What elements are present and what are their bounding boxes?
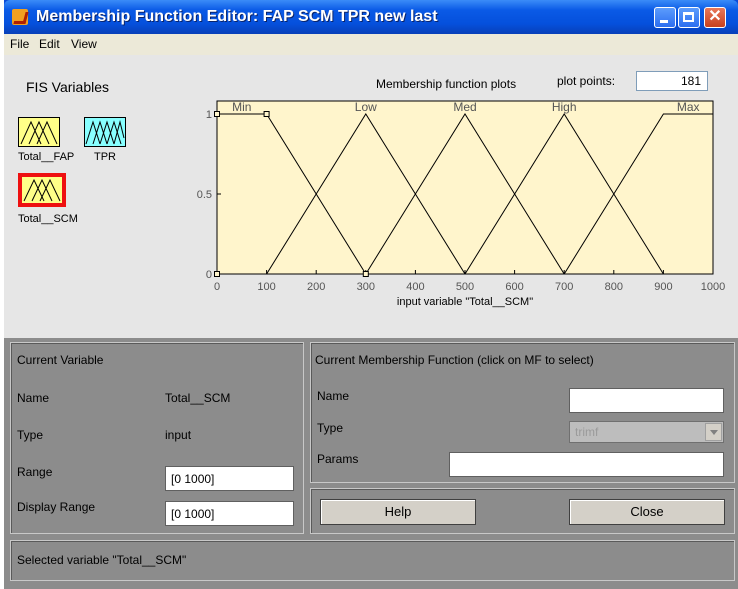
display-range-label: Display Range xyxy=(17,500,96,514)
mf-name-input[interactable] xyxy=(569,388,724,413)
mf-vertex-marker xyxy=(362,271,369,277)
x-tick-label: 100 xyxy=(257,281,275,293)
display-range-input[interactable] xyxy=(165,501,294,526)
control-area: Current Variable Name Total__SCM Type in… xyxy=(4,338,738,589)
mf-params-label: Params xyxy=(317,452,359,466)
current-variable-header: Current Variable xyxy=(17,353,104,367)
button-panel: Help Close xyxy=(310,488,735,534)
variable-box-total-scm[interactable] xyxy=(18,173,66,207)
plot-points-label: plot points: xyxy=(557,74,616,88)
mf-vertex-marker xyxy=(214,111,220,117)
menu-bar: File Edit View xyxy=(4,34,738,55)
main-window: Membership Function Editor: FAP SCM TPR … xyxy=(4,0,738,589)
mf-params-input[interactable] xyxy=(449,452,724,477)
menu-file[interactable]: File xyxy=(10,37,29,51)
variable-box-tpr[interactable] xyxy=(84,117,126,147)
variable-name-label: Name xyxy=(17,391,50,405)
plot-points-input[interactable] xyxy=(636,71,708,91)
mf-type-select[interactable]: trimf xyxy=(569,421,724,443)
title-bar: Membership Function Editor: FAP SCM TPR … xyxy=(4,0,738,34)
x-tick-label: 800 xyxy=(605,281,623,293)
minimize-button[interactable] xyxy=(654,7,676,28)
plot-background xyxy=(216,100,714,275)
variable-name-value: Total__SCM xyxy=(165,391,231,405)
y-tick-label: 1 xyxy=(206,109,212,121)
x-tick-label: 0 xyxy=(214,281,220,293)
mf-type-label: Type xyxy=(317,421,344,435)
mf-type-value: trimf xyxy=(575,425,599,439)
current-mf-header: Current Membership Function (click on MF… xyxy=(315,353,594,367)
help-button[interactable]: Help xyxy=(320,499,476,525)
variable-type-value: input xyxy=(165,428,192,442)
x-tick-label: 900 xyxy=(654,281,672,293)
mf-label-max: Max xyxy=(677,100,700,114)
current-mf-panel: Current Membership Function (click on MF… xyxy=(310,342,735,483)
minimize-icon xyxy=(660,20,668,23)
mf-label-med: Med xyxy=(453,100,476,114)
mf-label-high: High xyxy=(552,100,577,114)
menu-view[interactable]: View xyxy=(71,37,97,51)
variable-type-label: Type xyxy=(17,428,44,442)
mf-preview-icon xyxy=(20,120,58,145)
x-tick-label: 600 xyxy=(505,281,523,293)
chevron-down-icon xyxy=(705,423,722,441)
matlab-icon xyxy=(12,9,28,25)
mf-vertex-marker xyxy=(214,271,220,277)
y-tick-label: 0 xyxy=(206,269,212,281)
mf-label-low: Low xyxy=(355,100,377,114)
maximize-button[interactable] xyxy=(678,7,700,28)
x-tick-label: 1000 xyxy=(701,281,725,293)
variable-label-tpr: TPR xyxy=(94,151,116,163)
mf-label-min: Min xyxy=(232,100,251,114)
window-title: Membership Function Editor: FAP SCM TPR … xyxy=(36,8,438,25)
close-window-button[interactable]: ✕ xyxy=(704,7,726,28)
status-text: Selected variable "Total__SCM" xyxy=(17,553,187,567)
variable-label-total-scm: Total__SCM xyxy=(18,213,78,225)
variable-box-total-fap[interactable] xyxy=(18,117,60,147)
range-input[interactable] xyxy=(165,466,294,491)
plot-title: Membership function plots xyxy=(376,77,517,91)
range-label: Range xyxy=(17,465,53,479)
x-tick-label: 700 xyxy=(555,281,573,293)
close-icon: ✕ xyxy=(708,8,722,25)
close-button[interactable]: Close xyxy=(569,499,725,525)
variable-label-total-fap: Total__FAP xyxy=(18,151,75,163)
membership-function-chart: 0 100 200 300 400 500 600 700 800 900 1000 0 0.5 1 inp… xyxy=(197,100,726,308)
mf-preview-icon xyxy=(85,120,125,145)
mf-preview-icon xyxy=(23,178,61,202)
fis-variables-label: FIS Variables xyxy=(26,79,109,95)
x-tick-label: 200 xyxy=(307,281,325,293)
x-tick-label: 500 xyxy=(456,281,474,293)
maximize-icon xyxy=(683,12,694,22)
menu-edit[interactable]: Edit xyxy=(39,37,60,51)
y-tick-label: 0.5 xyxy=(197,189,212,201)
status-bar: Selected variable "Total__SCM" xyxy=(10,540,735,581)
x-tick-label: 400 xyxy=(406,281,424,293)
current-variable-panel: Current Variable Name Total__SCM Type in… xyxy=(10,342,304,534)
x-tick-label: 300 xyxy=(357,281,375,293)
mf-name-label: Name xyxy=(317,389,350,403)
plot-area: FIS Variables Total__FAP TPR Total__SCM … xyxy=(4,55,738,338)
client-area: FIS Variables Total__FAP TPR Total__SCM … xyxy=(4,55,738,589)
mf-vertex-marker xyxy=(263,111,270,117)
x-axis-label: input variable "Total__SCM" xyxy=(397,296,533,308)
